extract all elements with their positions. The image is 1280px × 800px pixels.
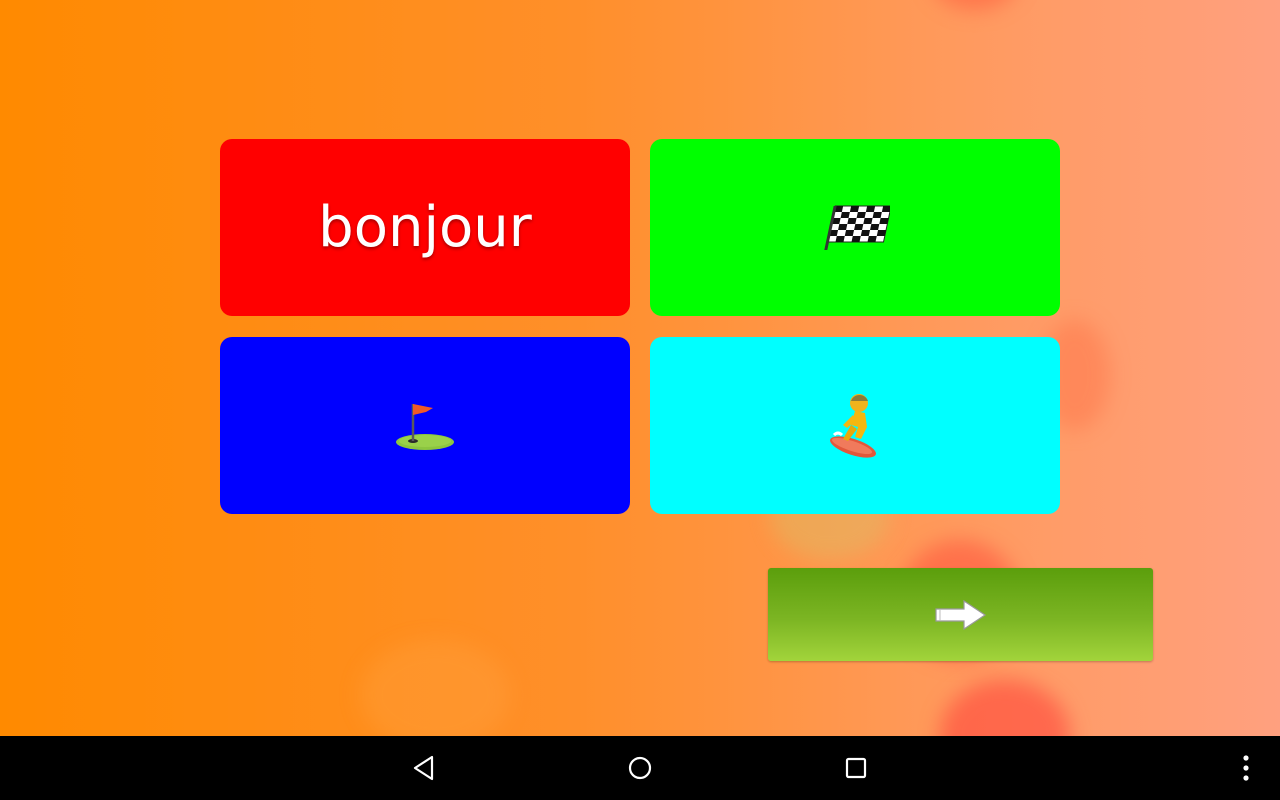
answer-tile-checkered-flag[interactable] [650, 139, 1060, 316]
right-arrow-icon [934, 599, 986, 630]
checkered-flag-icon [824, 205, 890, 250]
home-circle-icon [628, 756, 652, 780]
recents-button[interactable] [836, 748, 876, 788]
screen: bonjour [0, 0, 1280, 800]
background-bubble [930, 0, 1020, 10]
back-triangle-icon [413, 755, 434, 781]
app-background: bonjour [0, 0, 1280, 736]
tile-word-label: bonjour [318, 195, 532, 260]
next-button[interactable] [768, 568, 1153, 661]
system-navigation-bar [0, 736, 1280, 800]
back-button[interactable] [404, 748, 444, 788]
answer-tile-snowboarder[interactable] [650, 337, 1060, 514]
home-button[interactable] [620, 748, 660, 788]
answer-tile-golf[interactable] [220, 337, 630, 514]
background-bubble [940, 680, 1070, 736]
golf-flag-icon [396, 403, 454, 450]
background-bubble [360, 640, 510, 736]
overflow-menu-icon [1243, 755, 1249, 781]
overflow-menu-button[interactable] [1226, 748, 1266, 788]
recents-square-icon [845, 757, 867, 779]
answer-tile-word[interactable]: bonjour [220, 139, 630, 316]
snowboarder-icon [830, 393, 876, 458]
